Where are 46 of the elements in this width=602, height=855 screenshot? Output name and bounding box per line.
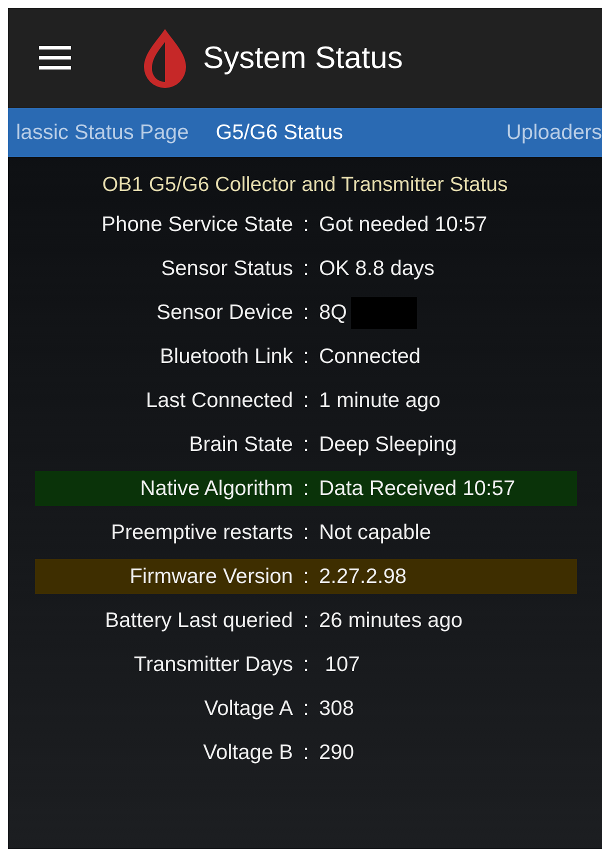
row-label: Firmware Version <box>128 564 293 588</box>
row-label: Battery Last queried <box>104 608 293 632</box>
colon-separator: : <box>303 432 309 456</box>
row-label: Voltage A <box>203 696 293 720</box>
row-label: Preemptive restarts <box>110 520 293 544</box>
colon-separator: : <box>303 476 309 500</box>
tab[interactable]: Uploaders <box>506 120 602 144</box>
colon-separator: : <box>303 520 309 544</box>
row-value: Connected <box>319 344 421 368</box>
row-value: 308 <box>319 696 354 720</box>
colon-separator: : <box>303 564 309 588</box>
row-label: Sensor Status <box>160 256 293 280</box>
tab[interactable]: G5/G6 Status <box>216 120 343 144</box>
colon-separator: : <box>303 652 309 676</box>
colon-separator: : <box>303 388 309 412</box>
colon-separator: : <box>303 696 309 720</box>
menu-icon[interactable] <box>39 45 71 71</box>
row-label: Sensor Device <box>155 300 293 324</box>
row-value: Data Received 10:57 <box>319 476 516 500</box>
row-label: Transmitter Days <box>132 652 293 676</box>
colon-separator: : <box>303 212 309 236</box>
row-label: Bluetooth Link <box>158 344 293 368</box>
colon-separator: : <box>303 344 309 368</box>
row-value: 290 <box>319 740 354 764</box>
row-label: Voltage B <box>202 740 293 764</box>
row-label: Native Algorithm <box>139 476 293 500</box>
row-value: 107 <box>324 652 360 676</box>
row-value: 8Q <box>319 300 348 324</box>
row-value: 2.27.2.98 <box>319 564 407 588</box>
row-value: Deep Sleeping <box>319 432 457 456</box>
row-label: Brain State <box>188 432 293 456</box>
section-heading: OB1 G5/G6 Collector and Transmitter Status <box>101 172 509 198</box>
row-value: Not capable <box>319 520 432 544</box>
row-value: Got needed 10:57 <box>319 212 488 236</box>
row-value: OK 8.8 days <box>319 256 435 280</box>
colon-separator: : <box>303 256 309 280</box>
colon-separator: : <box>303 300 309 324</box>
colon-separator: : <box>303 740 309 764</box>
colon-separator: : <box>303 608 309 632</box>
row-label: Last Connected <box>144 388 293 412</box>
app-title: System Status <box>203 40 403 76</box>
row-value: 1 minute ago <box>319 388 440 412</box>
row-value: 26 minutes ago <box>319 608 463 632</box>
drop-icon <box>141 27 189 89</box>
tab[interactable]: lassic Status Page <box>16 120 189 144</box>
row-label: Phone Service State <box>100 212 293 236</box>
